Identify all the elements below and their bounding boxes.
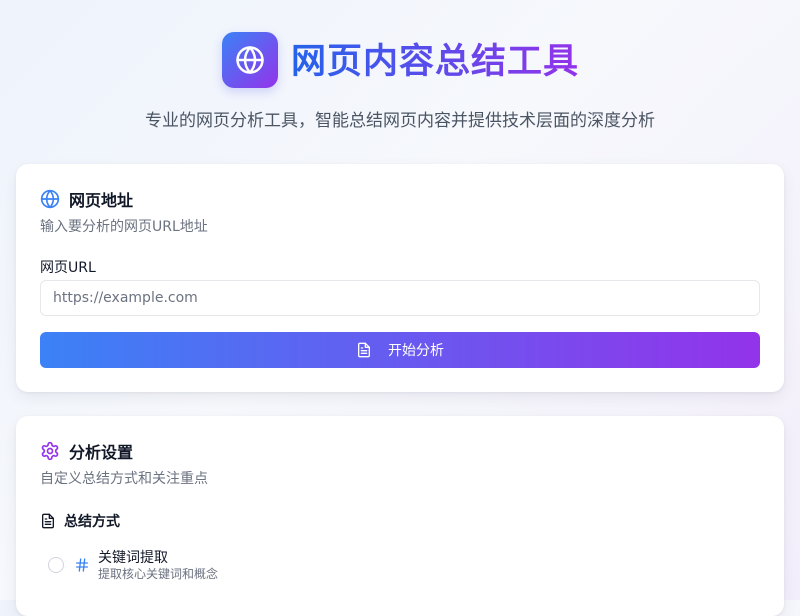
url-card-title: 网页地址 <box>69 191 134 210</box>
url-input[interactable] <box>40 280 760 316</box>
start-analysis-button[interactable]: 开始分析 <box>40 332 760 368</box>
url-card: 网页地址 输入要分析的网页URL地址 网页URL 开始分析 <box>16 164 784 392</box>
settings-card-description: 自定义总结方式和关注重点 <box>40 471 208 487</box>
settings-card-title: 分析设置 <box>69 443 134 462</box>
option-text: 关键词提取 提取核心关键词和概念 <box>98 550 218 581</box>
option-keyword-extraction[interactable]: 关键词提取 提取核心关键词和概念 <box>48 548 448 582</box>
url-card-description: 输入要分析的网页URL地址 <box>40 219 208 235</box>
page-subtitle: 专业的网页分析工具，智能总结网页内容并提供技术层面的深度分析 <box>145 111 655 131</box>
globe-icon <box>236 46 264 74</box>
page-header: 网页内容总结工具 专业的网页分析工具，智能总结网页内容并提供技术层面的深度分析 <box>0 0 800 160</box>
page-title: 网页内容总结工具 <box>291 38 579 86</box>
hash-icon <box>76 558 88 572</box>
summary-method-text: 总结方式 <box>64 514 120 530</box>
option-label: 关键词提取 <box>98 549 168 566</box>
gear-icon <box>41 441 59 461</box>
url-card-header: 网页地址 <box>40 188 133 210</box>
url-field-label: 网页URL <box>40 260 96 276</box>
document-icon <box>42 513 54 529</box>
app-logo <box>222 32 278 88</box>
document-icon <box>358 342 370 358</box>
settings-card: 分析设置 自定义总结方式和关注重点 总结方式 关键词提取 提取核心关键词和概念 <box>16 416 784 616</box>
keyword-extraction-radio[interactable] <box>48 557 64 573</box>
option-description: 提取核心关键词和概念 <box>98 566 219 581</box>
summary-method-label: 总结方式 <box>40 512 120 530</box>
settings-card-header: 分析设置 <box>40 440 133 462</box>
globe-icon <box>40 189 60 209</box>
start-analysis-label: 开始分析 <box>388 343 444 359</box>
